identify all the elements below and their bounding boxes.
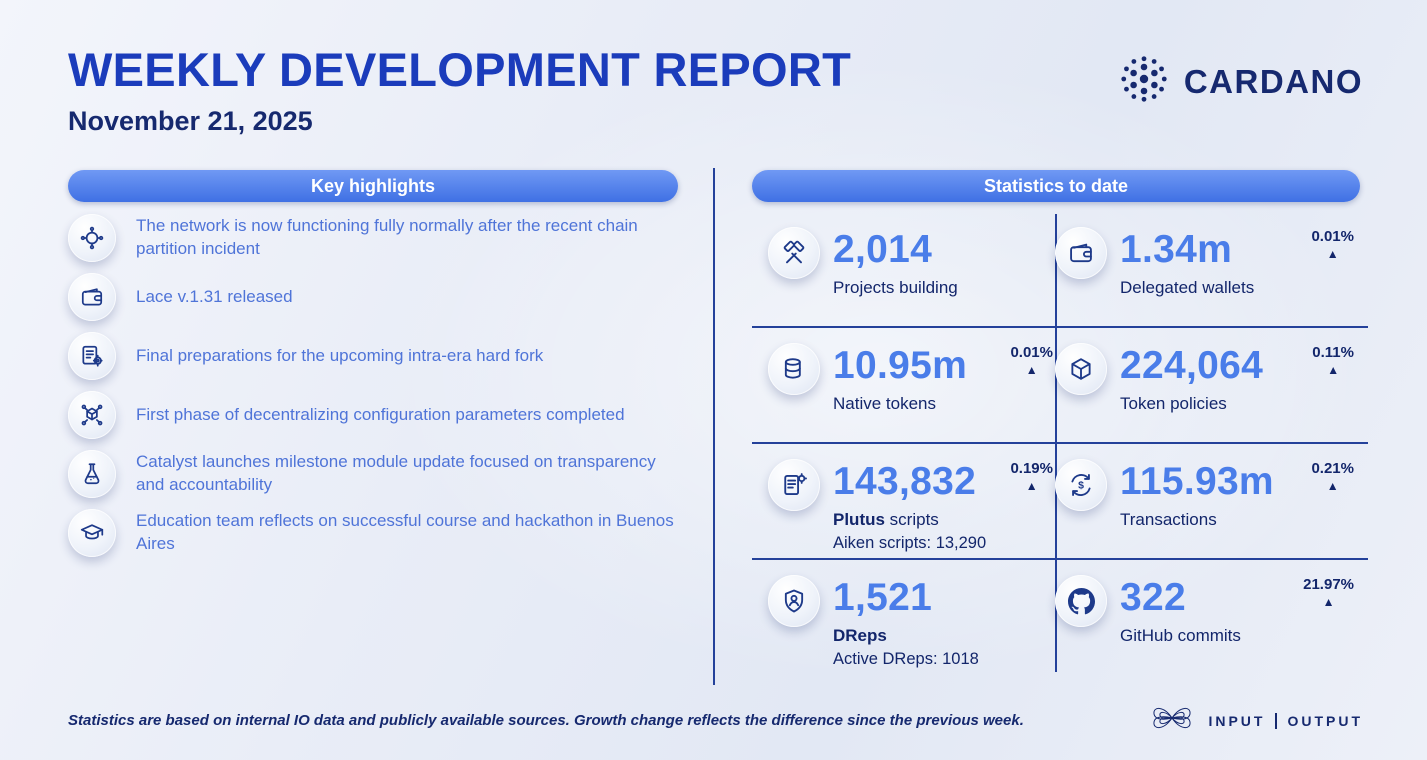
input-output-brand: INPUT OUTPUT [1148, 702, 1363, 739]
growth-indicator: 0.01% ▲ [1010, 344, 1053, 376]
stat-token-policies: 224,064 Token policies 0.11% ▲ [1055, 328, 1368, 444]
highlight-text: The network is now functioning fully nor… [136, 215, 684, 261]
up-triangle-icon: ▲ [1010, 364, 1053, 376]
stat-sublabel: Active DReps: 1018 [833, 650, 979, 669]
highlight-text: Catalyst launches milestone module updat… [136, 451, 684, 497]
butterfly-logo-icon [1148, 702, 1196, 739]
weekly-report-page: WEEKLY DEVELOPMENT REPORT November 21, 2… [0, 0, 1427, 760]
list-item: Catalyst launches milestone module updat… [68, 450, 684, 498]
stat-github-commits: 322 GitHub commits 21.97% ▲ [1055, 560, 1368, 676]
cardano-brand: CARDANO [1117, 52, 1363, 111]
stat-label: GitHub commits [1120, 626, 1241, 646]
stat-label: Projects building [833, 278, 958, 298]
iog-separator [1275, 713, 1277, 729]
stat-value: 322 [1120, 578, 1241, 617]
document-gear-icon [68, 332, 116, 380]
growth-percent: 0.11% [1312, 344, 1354, 361]
growth-percent: 0.19% [1010, 460, 1053, 477]
highlight-text: First phase of decentralizing configurat… [136, 404, 625, 427]
stat-value: 115.93m [1120, 462, 1274, 501]
token-cube-icon [1055, 343, 1107, 395]
stat-label: Native tokens [833, 394, 967, 414]
stat-label: Token policies [1120, 394, 1263, 414]
highlight-text: Lace v.1.31 released [136, 286, 293, 309]
stat-label: Transactions [1120, 510, 1274, 530]
script-icon [768, 459, 820, 511]
cardano-logo-icon [1117, 52, 1171, 111]
report-date: November 21, 2025 [68, 106, 313, 137]
stat-native-tokens: 10.95m Native tokens 0.01% ▲ [752, 328, 1055, 444]
up-triangle-icon: ▲ [1311, 248, 1354, 260]
up-triangle-icon: ▲ [1312, 364, 1354, 376]
wallet-icon [68, 273, 116, 321]
list-item: First phase of decentralizing configurat… [68, 391, 684, 439]
key-highlights-heading: Key highlights [68, 170, 678, 202]
stat-label-rest: scripts [885, 510, 939, 529]
highlight-text: Final preparations for the upcoming intr… [136, 345, 543, 368]
stat-label-strong: Plutus [833, 510, 885, 529]
growth-indicator: 0.21% ▲ [1311, 460, 1354, 492]
up-triangle-icon: ▲ [1303, 596, 1354, 608]
stat-plutus-scripts: 143,832 Plutus scripts Aiken scripts: 13… [752, 444, 1055, 560]
column-divider [713, 168, 715, 685]
coins-icon [768, 343, 820, 395]
stat-label: Plutus scripts [833, 510, 986, 530]
stat-value: 10.95m [833, 346, 967, 385]
flask-icon [68, 450, 116, 498]
list-item: Education team reflects on successful co… [68, 509, 684, 557]
stat-value: 2,014 [833, 230, 958, 269]
stat-projects-building: 2,014 Projects building [752, 212, 1055, 328]
stat-sublabel: Aiken scripts: 13,290 [833, 534, 986, 553]
transactions-icon: $ [1055, 459, 1107, 511]
stat-value: 1,521 [833, 578, 979, 617]
stat-label-strong: DReps [833, 626, 887, 645]
graduation-cap-icon [68, 509, 116, 557]
stat-value: 143,832 [833, 462, 986, 501]
growth-indicator: 21.97% ▲ [1303, 576, 1354, 608]
stat-transactions: $ 115.93m Transactions 0.21% ▲ [1055, 444, 1368, 560]
stat-label: Delegated wallets [1120, 278, 1254, 298]
cube-network-icon [68, 391, 116, 439]
up-triangle-icon: ▲ [1311, 480, 1354, 492]
svg-text:$: $ [1078, 480, 1084, 492]
brand-name: CARDANO [1184, 63, 1363, 101]
iog-input-label: INPUT [1208, 713, 1265, 729]
key-highlights-list: The network is now functioning fully nor… [68, 214, 684, 557]
disclaimer-text: Statistics are based on internal IO data… [68, 712, 1024, 729]
growth-percent: 0.01% [1311, 228, 1354, 245]
github-icon [1055, 575, 1107, 627]
list-item: Final preparations for the upcoming intr… [68, 332, 684, 380]
growth-indicator: 0.11% ▲ [1312, 344, 1354, 376]
growth-indicator: 0.19% ▲ [1010, 460, 1053, 492]
growth-indicator: 0.01% ▲ [1311, 228, 1354, 260]
iog-output-label: OUTPUT [1287, 713, 1363, 729]
up-triangle-icon: ▲ [1010, 480, 1053, 492]
highlight-text: Education team reflects on successful co… [136, 510, 684, 556]
list-item: Lace v.1.31 released [68, 273, 684, 321]
statistics-heading: Statistics to date [752, 170, 1360, 202]
network-partition-icon [68, 214, 116, 262]
growth-percent: 21.97% [1303, 576, 1354, 593]
tools-icon [768, 227, 820, 279]
dreps-shield-icon [768, 575, 820, 627]
growth-percent: 0.01% [1010, 344, 1053, 361]
stat-value: 224,064 [1120, 346, 1263, 385]
list-item: The network is now functioning fully nor… [68, 214, 684, 262]
stat-value: 1.34m [1120, 230, 1254, 269]
statistics-grid: 2,014 Projects building 1.34m Delegated … [752, 212, 1368, 676]
stat-dreps: 1,521 DReps Active DReps: 1018 [752, 560, 1055, 676]
growth-percent: 0.21% [1311, 460, 1354, 477]
wallet-icon [1055, 227, 1107, 279]
page-title: WEEKLY DEVELOPMENT REPORT [68, 42, 851, 97]
stat-delegated-wallets: 1.34m Delegated wallets 0.01% ▲ [1055, 212, 1368, 328]
stat-label: DReps [833, 626, 979, 646]
